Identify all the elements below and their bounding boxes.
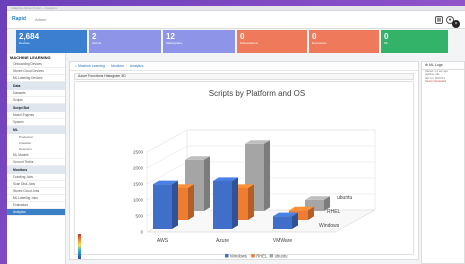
sidebar-item[interactable]: Ground Truths	[7, 159, 65, 166]
sidebar-title: MACHINE LEARNING	[10, 55, 51, 60]
bar-side	[172, 180, 178, 229]
breadcrumb-item[interactable]: Machine Learning	[78, 64, 105, 68]
summary-tiles: 2,684 Devices 2 Scripts 12 Marketplace 0 Sub…	[16, 30, 465, 54]
breadcrumb: ⌂ Machine Learning › Monitors › Analytics	[70, 62, 418, 71]
bar-windows-aws	[153, 180, 178, 229]
close-icon[interactable]: ×	[452, 20, 460, 28]
main-panel: ⌂ Machine Learning › Monitors › Analytics …	[69, 61, 419, 260]
sidebar-item[interactable]: Crawling Jobs	[7, 174, 65, 181]
home-icon[interactable]: ⌂	[75, 64, 77, 68]
sidebar-item[interactable]: Onboarding Devices	[7, 61, 65, 68]
tile-subscriptions[interactable]: 0 Subscriptions	[237, 30, 307, 53]
depth-label: Windows	[319, 223, 340, 229]
bar-windows-vmware	[273, 212, 298, 229]
tile-devices[interactable]: 2,684 Devices	[16, 30, 87, 53]
sidebar-item[interactable]: ML Models	[7, 152, 65, 159]
bar-side	[232, 177, 238, 229]
log-panel-header: ⊕ ML Logs	[422, 62, 464, 70]
chart-title: Scripts by Platform and OS	[209, 89, 305, 98]
y-tick-label: 2500	[133, 150, 144, 155]
y-tick-label: 0	[140, 230, 143, 235]
calendar-icon[interactable]: ▦	[435, 16, 443, 24]
app-logo[interactable]: Rapid	[12, 16, 26, 22]
tile-scripts[interactable]: 2 Scripts	[89, 30, 161, 53]
depth-label: ubuntu	[337, 195, 353, 201]
user-name: Admin	[35, 17, 47, 22]
sidebar-section-monitors[interactable]: Monitors	[7, 166, 65, 174]
depth-label: RHEL	[327, 209, 341, 215]
sidebar-item[interactable]: Scripts	[7, 97, 65, 104]
legend-label: RHEL	[256, 253, 268, 258]
y-tick-label: 1500	[133, 182, 144, 187]
tile-ml[interactable]: 0 ML	[381, 30, 448, 53]
chart-container: 0 500 1000 1500 2000 2500 AWS Azure VMWare ubuntu…	[74, 81, 414, 259]
sidebar-section-data[interactable]: Data	[7, 82, 65, 90]
sidebar-section-script-bot[interactable]: Script Bot	[7, 104, 65, 112]
tile-marketplace[interactable]: 12 Marketplace	[163, 30, 235, 53]
sidebar-item[interactable]: Stored Cloud Devices	[7, 68, 65, 75]
sidebar-item[interactable]: ML Labeling Jobs	[7, 195, 65, 202]
color-scale	[78, 234, 81, 259]
tile-executions[interactable]: 0 Executions	[309, 30, 379, 53]
log-line: Server Connected	[425, 80, 446, 84]
sidebar-item[interactable]: Model Engines	[7, 112, 65, 119]
panel-title: Azure Functions Histogram 3D	[74, 73, 414, 80]
info-icon: ⊕	[425, 63, 429, 67]
breadcrumb-item[interactable]: Monitors	[111, 64, 124, 68]
x-tick-label: AWS	[157, 238, 169, 244]
sidebar-item[interactable]: Stored Cloud Jobs	[7, 188, 65, 195]
bar-front	[273, 216, 292, 229]
legend-label: ubuntu	[275, 253, 288, 258]
sidebar-item-analytics[interactable]: Analytics	[7, 209, 65, 216]
sidebar-item[interactable]: Scan Disk Jobs	[7, 181, 65, 188]
sidebar: MACHINE LEARNING Onboarding Devices Stor…	[7, 54, 66, 264]
sidebar-item[interactable]: Spaces	[7, 119, 65, 126]
bar-windows-azure	[213, 177, 238, 229]
legend-swatch	[269, 254, 274, 258]
legend-swatch	[225, 254, 229, 258]
bar-front	[153, 184, 172, 229]
legend-label: Windows	[230, 253, 247, 258]
bar-front	[213, 181, 232, 229]
app-window: Adaptive Admin Portal — Analytics Rapid …	[7, 6, 465, 264]
bar-side	[188, 184, 194, 220]
bar-side	[264, 140, 270, 211]
sidebar-item[interactable]: ML Labeling Devices	[7, 75, 65, 82]
y-tick-label: 500	[135, 214, 143, 219]
chart-svg: 0 500 1000 1500 2000 2500 AWS Azure VMWare ubuntu…	[78, 89, 376, 259]
bar-side	[248, 184, 254, 220]
bar-side	[204, 156, 210, 211]
y-tick-label: 1000	[133, 198, 144, 203]
x-tick-label: Azure	[216, 238, 229, 244]
app-header: Rapid Admin ▦ ●	[7, 11, 465, 29]
legend-swatch	[251, 254, 255, 258]
y-tick-label: 2000	[133, 166, 144, 171]
x-tick-label: VMWare	[273, 238, 292, 244]
sidebar-item[interactable]: Datasets	[7, 90, 65, 97]
log-panel: ⊕ ML Logs trained: 1.4 sec ago pipeline:…	[421, 61, 465, 264]
sidebar-item[interactable]: Evaluators	[7, 202, 65, 209]
breadcrumb-item: Analytics	[130, 64, 144, 68]
sidebar-section-ml[interactable]: ML	[7, 126, 65, 134]
